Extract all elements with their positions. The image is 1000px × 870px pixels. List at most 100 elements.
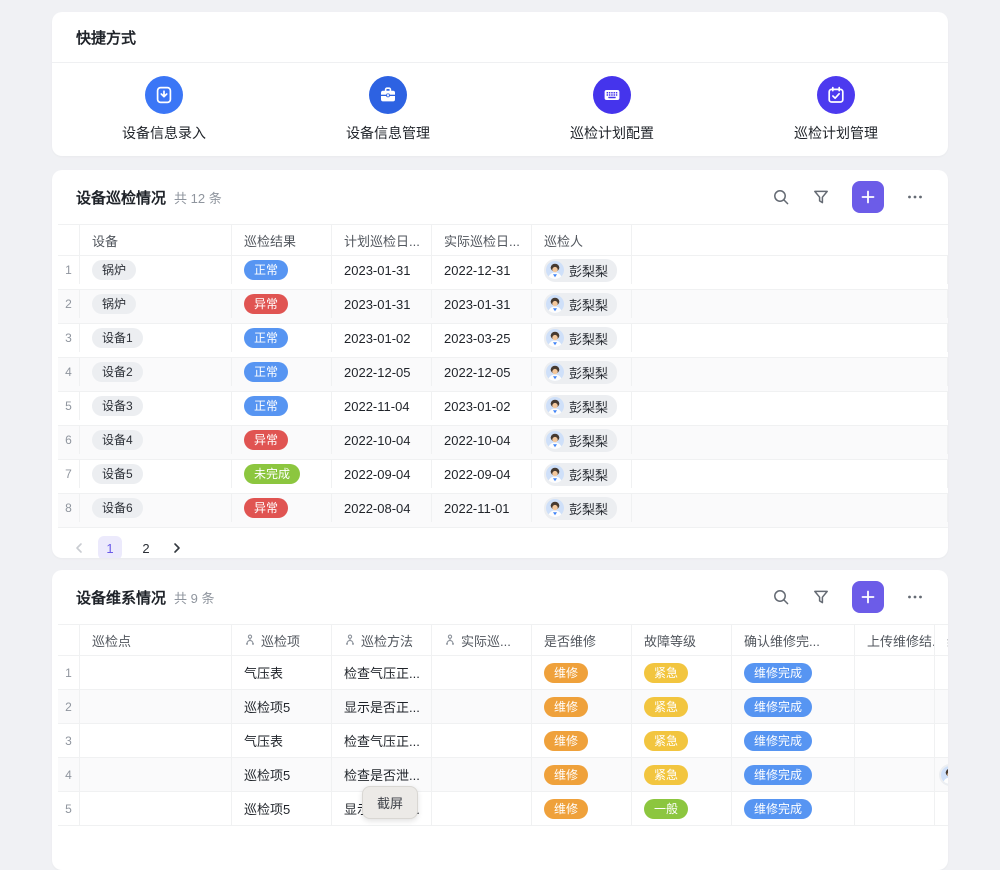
table-cell[interactable] (935, 792, 948, 825)
table-cell[interactable]: 维修完成 (732, 690, 855, 723)
column-header[interactable]: 设备 (80, 225, 232, 255)
table-cell[interactable] (432, 656, 532, 689)
table-cell[interactable]: 一般 (632, 792, 732, 825)
table-cell[interactable]: 2022-12-05 (332, 358, 432, 386)
table-cell[interactable]: 设备3 (80, 392, 232, 420)
table-cell[interactable]: 彭梨梨 (532, 358, 632, 386)
column-header[interactable]: 确认维修完... (732, 625, 855, 655)
page-button-1[interactable]: 1 (98, 536, 122, 558)
shortcut-device-entry[interactable]: 设备信息录入 (52, 76, 276, 143)
table-cell[interactable]: 正常 (232, 392, 332, 420)
column-header[interactable]: 是否维修 (532, 625, 632, 655)
table-cell[interactable]: 异常 (232, 494, 332, 522)
column-header[interactable]: 巡检点 (80, 625, 232, 655)
table-cell[interactable] (632, 324, 948, 352)
table-cell[interactable]: 巡检项5 (232, 690, 332, 723)
table-cell[interactable]: 巡检项5 (232, 792, 332, 825)
column-header[interactable]: 实际巡... (432, 625, 532, 655)
more-icon[interactable] (906, 588, 924, 606)
search-icon[interactable] (772, 588, 790, 606)
table-cell[interactable]: 紧急 (632, 758, 732, 791)
shortcut-plan-manage[interactable]: 巡检计划管理 (724, 76, 948, 143)
table-cell[interactable] (80, 690, 232, 723)
table-cell[interactable]: 维修 (532, 758, 632, 791)
table-cell[interactable] (632, 290, 948, 318)
table-cell[interactable] (935, 656, 948, 689)
table-cell[interactable] (855, 690, 935, 723)
table-cell[interactable] (80, 792, 232, 825)
table-cell[interactable] (632, 426, 948, 454)
column-header[interactable]: 计划巡检日... (332, 225, 432, 255)
table-cell[interactable]: 巡检项5 (232, 758, 332, 791)
table-cell[interactable]: 维修完成 (732, 724, 855, 757)
column-header[interactable]: 巡检项 (232, 625, 332, 655)
table-cell[interactable]: 锅炉 (80, 290, 232, 318)
column-header[interactable]: 故障等级 (632, 625, 732, 655)
table-cell[interactable]: 2023-01-31 (332, 290, 432, 318)
table-cell[interactable]: 正常 (232, 324, 332, 352)
table-cell[interactable] (855, 656, 935, 689)
table-cell[interactable]: 异常 (232, 290, 332, 318)
shortcut-device-manage[interactable]: 设备信息管理 (276, 76, 500, 143)
table-cell[interactable]: 维修完成 (732, 656, 855, 689)
table-cell[interactable] (632, 256, 948, 284)
column-header[interactable]: 巡检方法 (332, 625, 432, 655)
add-record-button[interactable] (852, 581, 884, 613)
table-cell[interactable] (432, 758, 532, 791)
table-cell[interactable]: 彭梨梨 (532, 426, 632, 454)
table-cell[interactable]: 2022-11-01 (432, 494, 532, 522)
table-cell[interactable]: 维修 (532, 690, 632, 723)
table-cell[interactable]: 设备2 (80, 358, 232, 386)
table-cell[interactable]: 维修完成 (732, 792, 855, 825)
table-cell[interactable] (935, 724, 948, 757)
shortcut-plan-config[interactable]: 巡检计划配置 (500, 76, 724, 143)
table-cell[interactable]: 维修完成 (732, 758, 855, 791)
table-cell[interactable]: 2022-12-05 (432, 358, 532, 386)
table-cell[interactable] (935, 690, 948, 723)
table-cell[interactable] (855, 758, 935, 791)
column-header[interactable]: 实际巡检日... (432, 225, 532, 255)
table-cell[interactable]: 2023-01-31 (432, 290, 532, 318)
table-cell[interactable] (80, 758, 232, 791)
table-cell[interactable]: 紧急 (632, 656, 732, 689)
table-cell[interactable]: 2022-09-04 (432, 460, 532, 488)
table-cell[interactable] (855, 792, 935, 825)
page-button-2[interactable]: 2 (134, 536, 158, 558)
table-cell[interactable]: 紧急 (632, 724, 732, 757)
table-cell[interactable] (632, 460, 948, 488)
table-cell[interactable]: 彭梨梨 (532, 494, 632, 522)
table-cell[interactable]: 2023-01-02 (432, 392, 532, 420)
table-cell[interactable] (80, 656, 232, 689)
table-cell[interactable] (432, 792, 532, 825)
table-cell[interactable]: 检查气压正... (332, 724, 432, 757)
search-icon[interactable] (772, 188, 790, 206)
more-icon[interactable] (906, 188, 924, 206)
table-cell[interactable]: 异常 (232, 426, 332, 454)
table-cell[interactable]: 2022-09-04 (332, 460, 432, 488)
table-cell[interactable] (935, 758, 948, 791)
table-cell[interactable]: 设备6 (80, 494, 232, 522)
table-cell[interactable]: 检查气压正... (332, 656, 432, 689)
table-cell[interactable]: 彭梨梨 (532, 256, 632, 284)
add-record-button[interactable] (852, 181, 884, 213)
table-cell[interactable]: 未完成 (232, 460, 332, 488)
table-cell[interactable]: 彭梨梨 (532, 290, 632, 318)
table-cell[interactable]: 彭梨梨 (532, 460, 632, 488)
table-cell[interactable]: 设备5 (80, 460, 232, 488)
table-cell[interactable]: 2023-01-31 (332, 256, 432, 284)
column-header[interactable]: 上传维修结... (855, 625, 935, 655)
table-cell[interactable]: 2022-11-04 (332, 392, 432, 420)
table-cell[interactable]: 彭梨梨 (532, 324, 632, 352)
table-cell[interactable] (432, 690, 532, 723)
table-cell[interactable]: 维修 (532, 724, 632, 757)
table-cell[interactable] (80, 724, 232, 757)
table-cell[interactable] (855, 724, 935, 757)
prev-page-icon[interactable] (72, 541, 86, 555)
table-cell[interactable]: 2022-08-04 (332, 494, 432, 522)
table-cell[interactable]: 锅炉 (80, 256, 232, 284)
table-cell[interactable]: 维修 (532, 656, 632, 689)
table-cell[interactable]: 2023-03-25 (432, 324, 532, 352)
table-cell[interactable]: 彭梨梨 (532, 392, 632, 420)
table-cell[interactable]: 正常 (232, 256, 332, 284)
table-cell[interactable]: 2022-10-04 (332, 426, 432, 454)
